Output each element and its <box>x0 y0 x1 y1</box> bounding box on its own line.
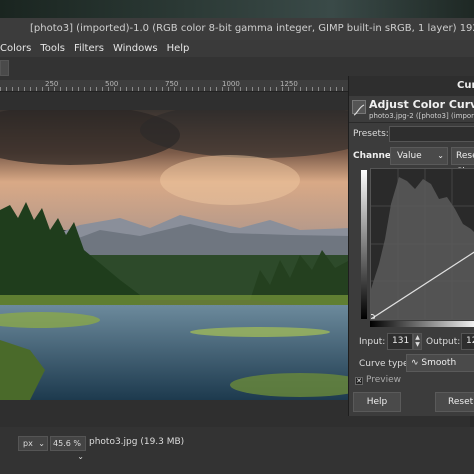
presets-combo[interactable] <box>389 126 474 142</box>
menu-tools[interactable]: Tools <box>40 40 65 57</box>
zoom-value: 45.6 % <box>53 439 81 448</box>
reset-button[interactable]: Reset <box>435 392 474 412</box>
unit-select[interactable]: px ⌄ <box>18 436 48 451</box>
menu-colors[interactable]: Colors <box>0 40 31 57</box>
dialog-heading: Adjust Color Curves <box>369 98 474 111</box>
help-button[interactable]: Help <box>353 392 401 412</box>
curves-dialog: Curves Adjust Color Curves photo3.jpg-2 … <box>348 76 474 416</box>
menu-filters[interactable]: Filters <box>74 40 104 57</box>
input-gradient-bar <box>370 321 474 327</box>
zoom-select[interactable]: 45.6 % ⌄ <box>50 436 86 461</box>
menubar: Colors Tools Filters Windows Help <box>0 40 474 57</box>
chevron-down-icon: ⌄ <box>38 439 45 448</box>
dialog-subtitle: photo3.jpg-2 ([photo3] (imported)-1.0) <box>369 112 474 120</box>
window-title: [photo3] (imported)-1.0 (RGB color 8-bit… <box>0 18 474 40</box>
dialog-titlebar[interactable]: Curves <box>349 76 474 96</box>
channel-value: Value <box>397 151 422 161</box>
curves-icon <box>352 100 366 116</box>
menu-windows[interactable]: Windows <box>113 40 158 57</box>
smooth-curve-icon: ∿ <box>411 358 419 368</box>
output-label: Output: <box>426 337 461 347</box>
chevron-down-icon: ⌄ <box>437 151 444 160</box>
presets-label: Presets: <box>353 129 389 139</box>
curve-type-label: Curve type: <box>359 359 412 369</box>
curve-type-select[interactable]: ∿ Smooth <box>406 354 474 372</box>
curve-graph <box>369 169 474 320</box>
menu-help[interactable]: Help <box>167 40 190 57</box>
input-label: Input: <box>359 337 386 347</box>
quick-mask-toggle[interactable] <box>0 60 9 76</box>
preview-label: Preview <box>366 375 402 385</box>
preview-checkbox[interactable]: ✕ <box>355 377 363 385</box>
desktop-background-strip <box>0 0 474 18</box>
divider <box>349 122 474 123</box>
file-info: photo3.jpg (19.3 MB) <box>89 437 185 447</box>
curve-type-value: Smooth <box>421 358 457 368</box>
curve-editor[interactable] <box>369 168 474 320</box>
output-gradient-bar <box>361 170 367 319</box>
landscape-image <box>0 110 350 400</box>
chevron-down-icon: ⌄ <box>77 452 84 461</box>
input-field[interactable]: 131 <box>387 333 413 350</box>
input-spin-buttons[interactable]: ▲ ▼ <box>413 333 422 350</box>
image-canvas[interactable] <box>0 110 350 400</box>
reset-channel-button[interactable]: Reset Channel <box>451 147 474 177</box>
unit-value: px <box>23 439 33 448</box>
channel-select[interactable]: Value ⌄ <box>390 147 448 165</box>
output-field[interactable]: 128 <box>461 333 474 350</box>
